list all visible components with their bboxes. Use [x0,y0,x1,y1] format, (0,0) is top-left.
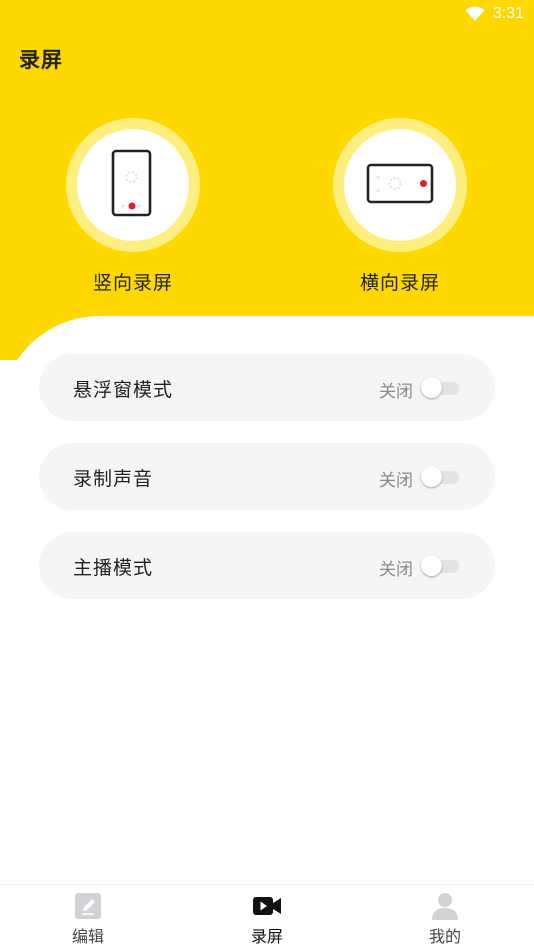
nav-item-edit[interactable]: 编辑 [38,891,138,947]
nav-item-edit-label: 编辑 [71,927,104,946]
floating-window-setting-row[interactable]: 悬浮窗模式 关闭 [39,354,495,421]
toggle-knob [421,377,442,398]
bottom-nav: 编辑 录屏 我的 [0,884,534,950]
floating-window-toggle[interactable] [421,377,461,399]
streamer-mode-state: 关闭 [379,560,413,580]
record-audio-label: 录制声音 [73,468,154,490]
portrait-record-ring [66,118,200,252]
status-bar: 3:31 [0,0,534,30]
page-title: 录屏 [19,48,63,72]
record-audio-state: 关闭 [379,471,413,491]
landscape-record-circle [344,129,456,241]
streamer-mode-label: 主播模式 [73,557,154,579]
landscape-phone-icon [366,163,434,204]
settings-panel: 悬浮窗模式 关闭 录制声音 关闭 主播模式 关闭 [0,316,534,936]
streamer-mode-setting-row[interactable]: 主播模式 关闭 [39,532,495,599]
nav-item-record-label: 录屏 [250,927,283,946]
edit-icon [75,893,101,919]
landscape-record-label: 横向录屏 [359,272,440,294]
wifi-icon [465,6,485,21]
person-icon [432,893,458,920]
toggle-knob [421,466,442,487]
landscape-record-ring [333,118,467,252]
floating-window-label: 悬浮窗模式 [73,379,174,401]
nav-item-mine[interactable]: 我的 [395,891,495,947]
record-audio-setting-row[interactable]: 录制声音 关闭 [39,443,495,510]
status-time: 3:31 [492,5,524,22]
portrait-record-label: 竖向录屏 [92,272,173,294]
landscape-record-button[interactable]: 横向录屏 [333,118,467,295]
toggle-knob [421,555,442,576]
portrait-record-button[interactable]: 竖向录屏 [66,118,200,295]
record-audio-toggle[interactable] [421,466,461,488]
video-camera-icon [253,897,281,915]
nav-item-record[interactable]: 录屏 [217,891,317,947]
floating-window-state: 关闭 [379,382,413,402]
portrait-record-circle [77,129,189,241]
portrait-phone-icon [111,149,152,217]
nav-item-mine-label: 我的 [428,927,461,946]
streamer-mode-toggle[interactable] [421,555,461,577]
